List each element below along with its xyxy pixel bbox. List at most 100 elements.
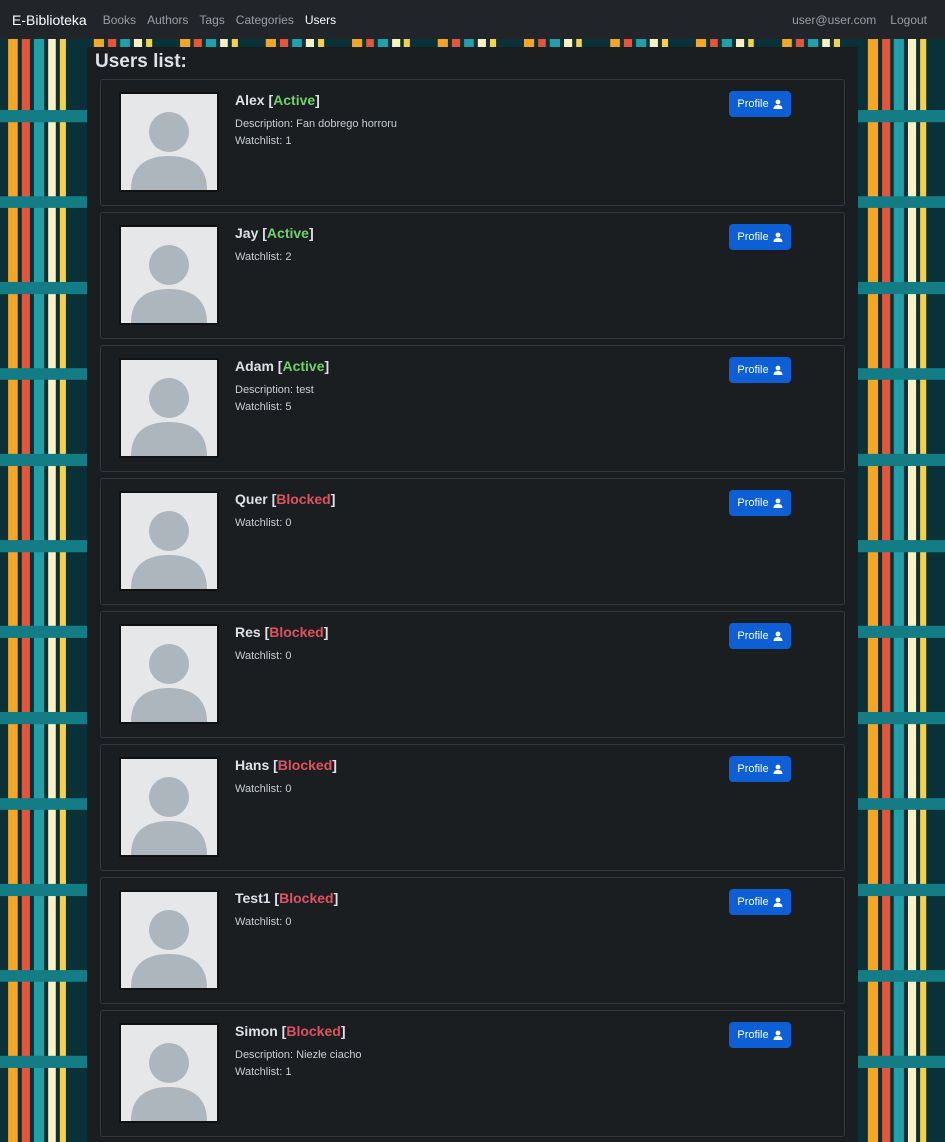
brand-link[interactable]: E-Biblioteka [12, 12, 87, 28]
avatar-placeholder-icon [121, 227, 217, 323]
user-description: Description: Niezłe ciacho [235, 1049, 362, 1061]
user-name: Simon [235, 1023, 278, 1039]
user-card: Res [Blocked] Watchlist: 0 Profile [100, 611, 845, 738]
user-meta: Description: Niezłe ciacho Watchlist: 1 [235, 1047, 362, 1081]
user-name: Alex [235, 92, 265, 108]
user-watchlist: Watchlist: 0 [235, 517, 292, 529]
user-email-link[interactable]: user@user.com [792, 13, 876, 27]
profile-button[interactable]: Profile [729, 224, 791, 250]
avatar [119, 624, 219, 724]
user-description: Description: Fan dobrego horroru [235, 118, 398, 130]
user-name: Adam [235, 358, 274, 374]
avatar [119, 890, 219, 990]
user-watchlist: Watchlist: 0 [235, 916, 292, 928]
avatar [119, 757, 219, 857]
user-meta: Watchlist: 0 [235, 648, 328, 665]
profile-button-label: Profile [737, 763, 769, 775]
user-name-line: Quer [Blocked] [235, 491, 336, 507]
status-badge: Active [282, 358, 325, 374]
user-meta: Watchlist: 0 [235, 781, 337, 798]
user-info: Alex [Active] Description: Fan dobrego h… [235, 92, 397, 150]
avatar-placeholder-icon [121, 1025, 217, 1121]
profile-button-label: Profile [737, 364, 769, 376]
user-watchlist: Watchlist: 1 [235, 1066, 292, 1078]
avatar [119, 491, 219, 591]
avatar-placeholder-icon [121, 626, 217, 722]
person-icon [773, 498, 783, 508]
user-name: Hans [235, 757, 270, 773]
user-info: Res [Blocked] Watchlist: 0 [235, 624, 328, 665]
profile-button-label: Profile [737, 497, 769, 509]
person-icon [773, 897, 783, 907]
profile-button-label: Profile [737, 896, 769, 908]
user-info: Adam [Active] Description: test Watchlis… [235, 358, 329, 416]
person-icon [773, 764, 783, 774]
person-icon [773, 631, 783, 641]
page-title: Users list: [95, 51, 187, 72]
status-badge: Blocked [276, 491, 331, 507]
status-badge: Blocked [269, 624, 324, 640]
profile-button[interactable]: Profile [729, 1022, 791, 1048]
user-meta: Description: test Watchlist: 5 [235, 382, 329, 416]
user-watchlist: Watchlist: 5 [235, 401, 292, 413]
user-watchlist: Watchlist: 1 [235, 135, 292, 147]
user-info: Quer [Blocked] Watchlist: 0 [235, 491, 335, 532]
top-navbar: E-Biblioteka Books Authors Tags Categori… [0, 0, 945, 39]
avatar-placeholder-icon [121, 94, 217, 190]
avatar [119, 92, 219, 192]
nav-tags[interactable]: Tags [199, 13, 224, 27]
user-description: Description: test [235, 384, 314, 396]
user-name-line: Hans [Blocked] [235, 757, 337, 773]
person-icon [773, 232, 783, 242]
nav-users[interactable]: Users [305, 13, 336, 27]
avatar-placeholder-icon [121, 360, 217, 456]
user-name-line: Alex [Active] [235, 92, 320, 108]
profile-button[interactable]: Profile [729, 357, 791, 383]
user-info: Jay [Active] Watchlist: 2 [235, 225, 314, 266]
avatar [119, 1023, 219, 1123]
profile-button-label: Profile [737, 630, 769, 642]
user-watchlist: Watchlist: 0 [235, 650, 292, 662]
user-list: Alex [Active] Description: Fan dobrego h… [100, 79, 845, 1142]
nav-categories[interactable]: Categories [236, 13, 294, 27]
user-meta: Description: Fan dobrego horroru Watchli… [235, 116, 397, 150]
status-badge: Blocked [279, 890, 334, 906]
profile-button-label: Profile [737, 231, 769, 243]
user-card: Test1 [Blocked] Watchlist: 0 Profile [100, 877, 845, 1004]
profile-button[interactable]: Profile [729, 756, 791, 782]
person-icon [773, 99, 783, 109]
user-meta: Watchlist: 0 [235, 515, 335, 532]
user-card: Hans [Blocked] Watchlist: 0 Profile [100, 744, 845, 871]
avatar-placeholder-icon [121, 892, 217, 988]
user-card: Quer [Blocked] Watchlist: 0 Profile [100, 478, 845, 605]
user-name: Quer [235, 491, 268, 507]
profile-button[interactable]: Profile [729, 490, 791, 516]
avatar [119, 225, 219, 325]
user-name: Test1 [235, 890, 271, 906]
user-name: Jay [235, 225, 259, 241]
profile-button[interactable]: Profile [729, 91, 791, 117]
user-card: Alex [Active] Description: Fan dobrego h… [100, 79, 845, 206]
user-card: Simon [Blocked] Description: Niezłe ciac… [100, 1010, 845, 1137]
user-meta: Watchlist: 2 [235, 249, 314, 266]
user-card: Jay [Active] Watchlist: 2 Profile [100, 212, 845, 339]
user-info: Simon [Blocked] Description: Niezłe ciac… [235, 1023, 362, 1081]
user-info: Hans [Blocked] Watchlist: 0 [235, 757, 337, 798]
profile-button[interactable]: Profile [729, 623, 791, 649]
avatar [119, 358, 219, 458]
logout-link[interactable]: Logout [890, 13, 927, 27]
status-badge: Blocked [286, 1023, 341, 1039]
status-badge: Active [273, 92, 316, 108]
nav-authors[interactable]: Authors [147, 13, 188, 27]
user-watchlist: Watchlist: 0 [235, 783, 292, 795]
status-badge: Blocked [277, 757, 333, 773]
user-name-line: Test1 [Blocked] [235, 890, 339, 906]
profile-button[interactable]: Profile [729, 889, 791, 915]
main-container: Users list: Alex [Active] Description: F… [87, 47, 858, 1142]
user-watchlist: Watchlist: 2 [235, 251, 292, 263]
person-icon [773, 365, 783, 375]
user-name-line: Adam [Active] [235, 358, 330, 374]
user-name-line: Res [Blocked] [235, 624, 329, 640]
nav-books[interactable]: Books [103, 13, 136, 27]
user-meta: Watchlist: 0 [235, 914, 338, 931]
